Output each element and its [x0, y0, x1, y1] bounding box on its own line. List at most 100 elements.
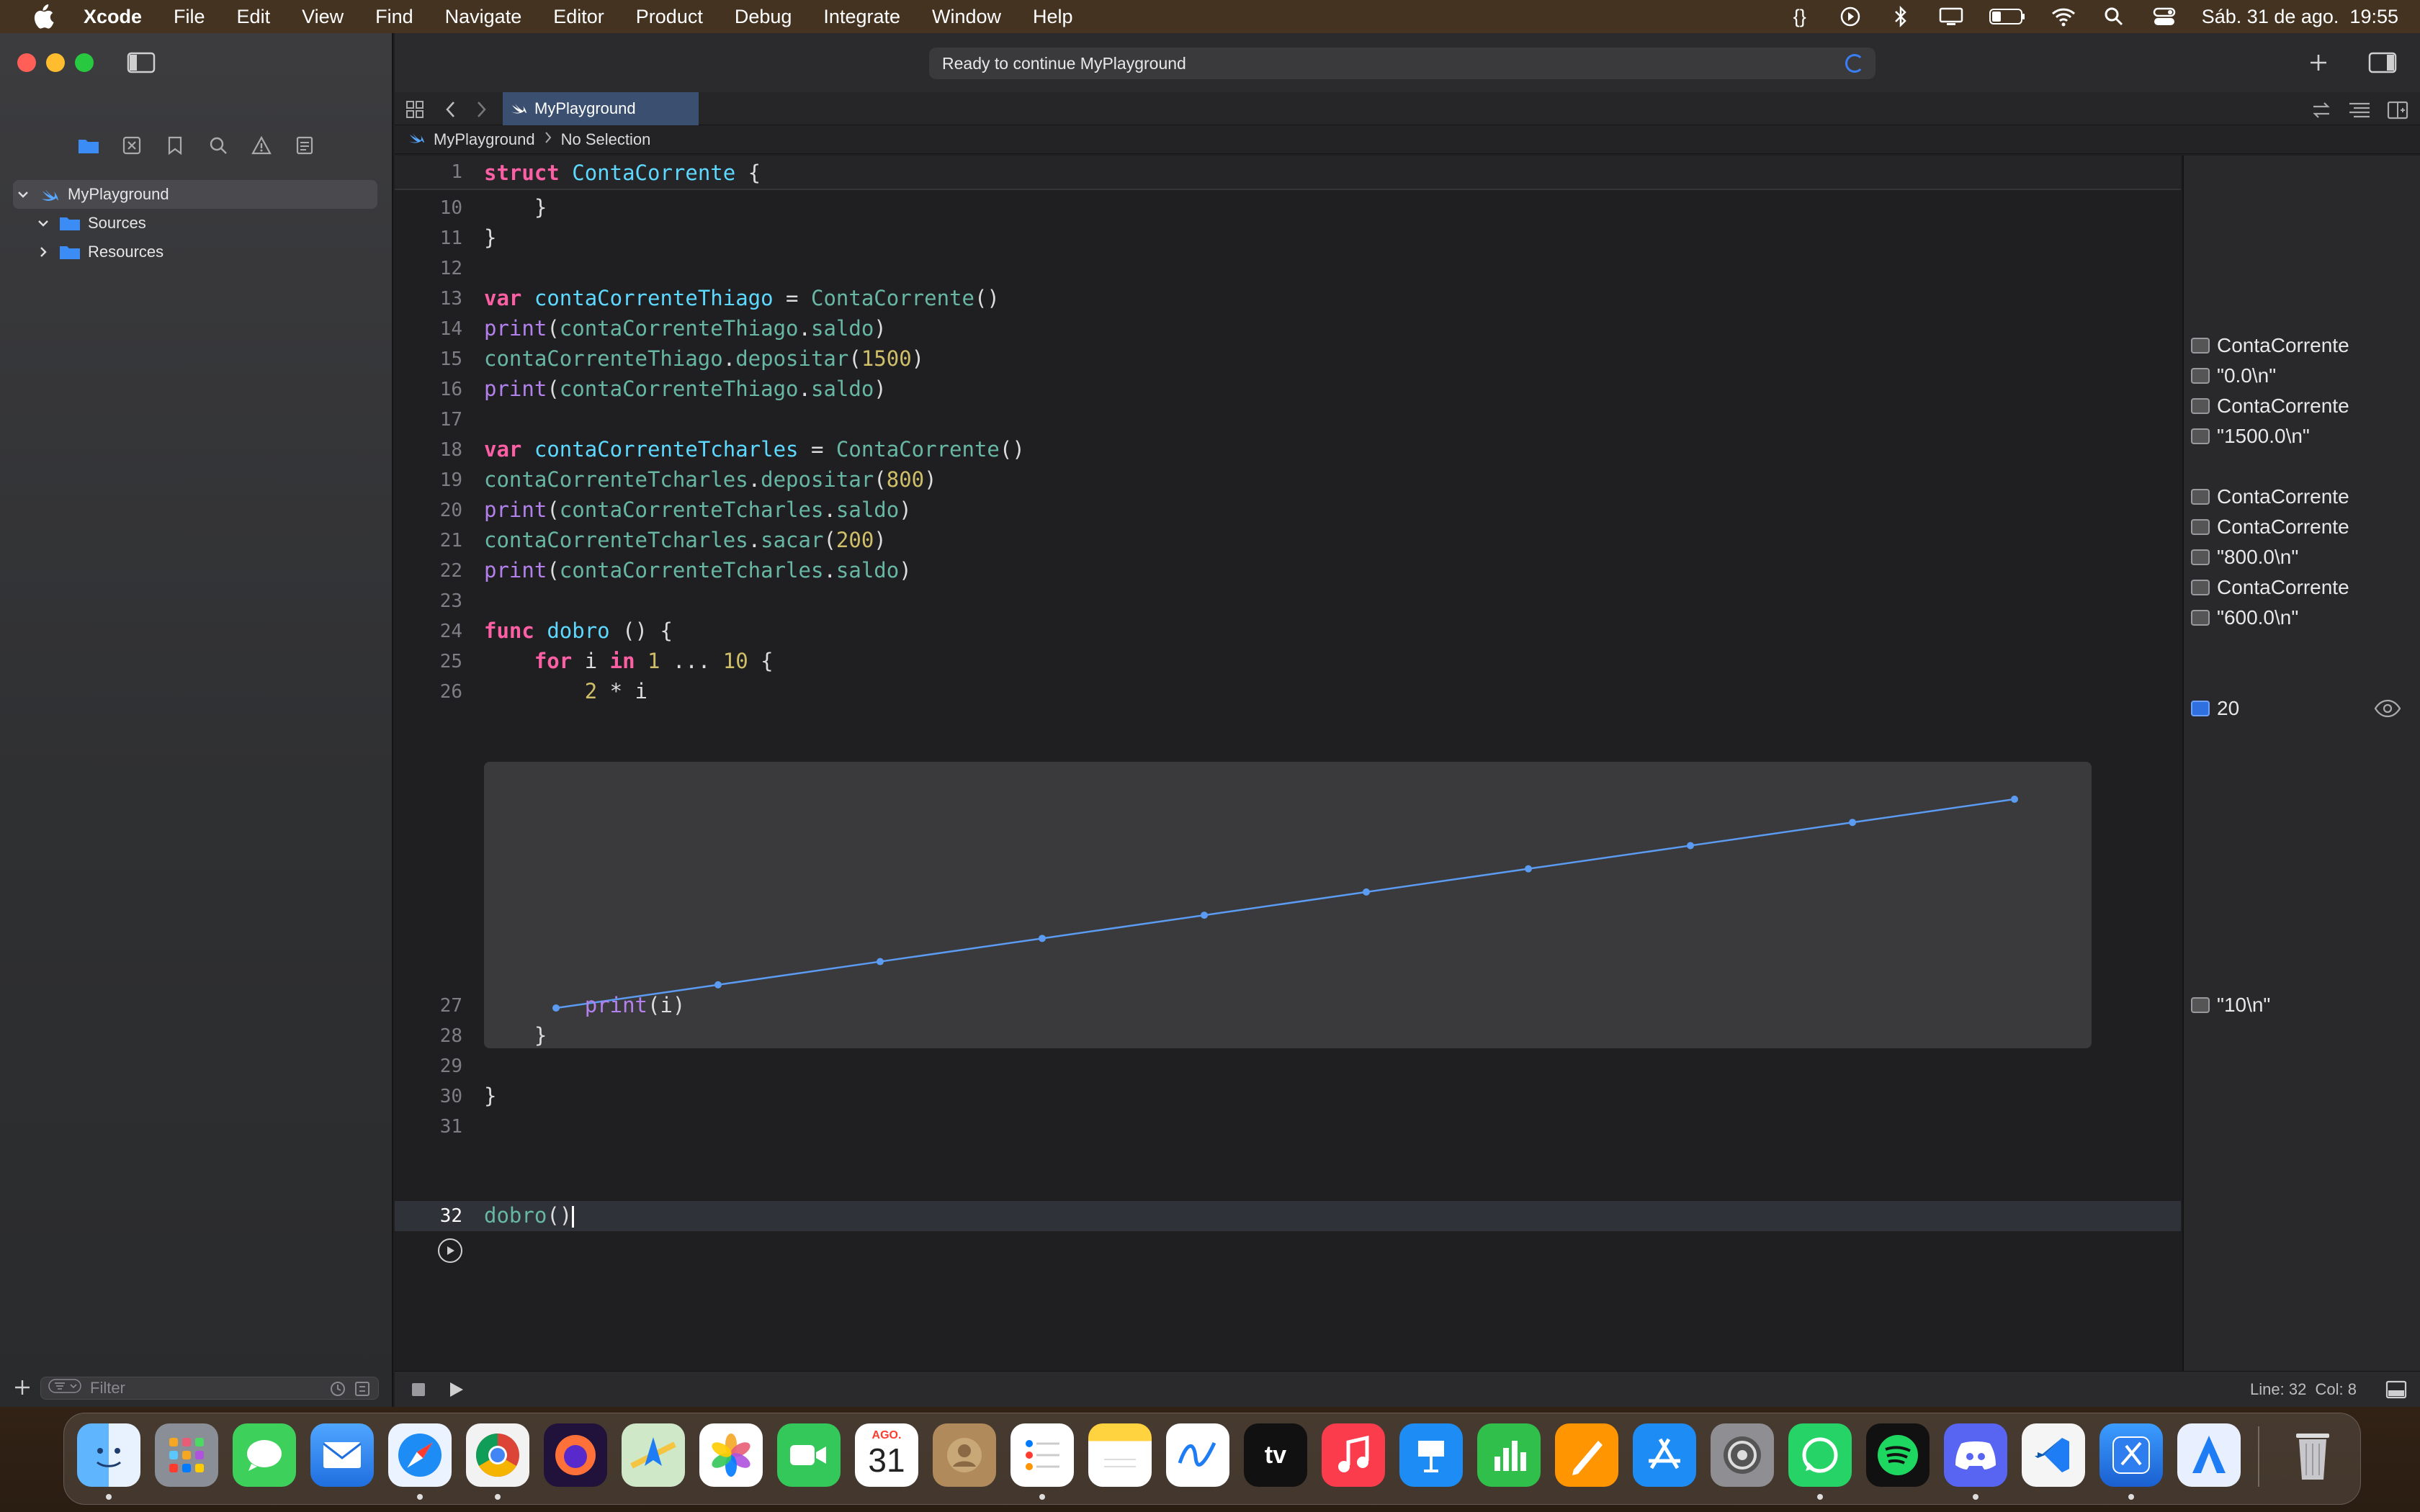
result-item-graph[interactable]: 20 — [2191, 694, 2414, 723]
mail-icon[interactable] — [310, 1423, 374, 1487]
quick-look-icon[interactable] — [2191, 610, 2210, 626]
contacts-icon[interactable] — [933, 1423, 996, 1487]
code-editor[interactable]: 1 struct ContaCorrente { 10 } 11} 12 13 v… — [395, 156, 2181, 1371]
run-playground-button[interactable] — [438, 1238, 462, 1263]
bluetooth-icon[interactable] — [1888, 4, 1914, 30]
zoom-window-button[interactable] — [75, 53, 94, 72]
console-toggle-icon[interactable] — [2385, 1380, 2407, 1403]
close-window-button[interactable] — [17, 53, 36, 72]
system-settings-icon[interactable] — [1711, 1423, 1774, 1487]
menu-edit[interactable]: Edit — [237, 6, 271, 28]
result-item[interactable]: "800.0\n" — [2191, 543, 2298, 572]
filter-options-icon[interactable] — [48, 1378, 81, 1398]
spotlight-search-icon[interactable] — [2101, 4, 2127, 30]
music-icon[interactable] — [1322, 1423, 1385, 1487]
quick-look-icon[interactable] — [2191, 549, 2210, 565]
menu-view[interactable]: View — [302, 6, 344, 28]
menu-editor[interactable]: Editor — [553, 6, 604, 28]
data-point[interactable] — [1039, 935, 1046, 942]
issue-warning-icon[interactable] — [250, 134, 273, 157]
instruments-icon[interactable] — [2177, 1423, 2241, 1487]
data-point[interactable] — [1687, 842, 1694, 850]
data-point[interactable] — [1201, 912, 1208, 919]
bookmark-icon[interactable] — [163, 134, 187, 157]
battery-icon[interactable] — [1989, 4, 2026, 30]
grid-icon[interactable] — [405, 99, 425, 123]
menu-integrate[interactable]: Integrate — [823, 6, 900, 28]
chevron-down-icon[interactable] — [13, 184, 33, 204]
eye-icon[interactable] — [2374, 698, 2401, 719]
menu-product[interactable]: Product — [636, 6, 703, 28]
braces-icon[interactable]: {} — [1787, 4, 1813, 30]
control-center-icon[interactable] — [2151, 4, 2177, 30]
data-point[interactable] — [714, 981, 722, 989]
quick-look-icon[interactable] — [2191, 398, 2210, 414]
numbers-icon[interactable] — [1477, 1423, 1541, 1487]
trash-icon[interactable] — [2281, 1423, 2344, 1487]
result-item[interactable]: ContaCorrente — [2191, 513, 2349, 541]
result-item[interactable]: ContaCorrente — [2191, 573, 2349, 602]
apple-tv-icon[interactable]: tv — [1244, 1423, 1307, 1487]
menu-file[interactable]: File — [174, 6, 205, 28]
spotify-icon[interactable] — [1866, 1423, 1930, 1487]
add-library-icon[interactable] — [2308, 52, 2329, 77]
photos-icon[interactable] — [699, 1423, 763, 1487]
wifi-icon[interactable] — [2051, 4, 2076, 30]
tree-item-resources[interactable]: Resources — [13, 238, 377, 266]
result-item[interactable]: ContaCorrente — [2191, 331, 2349, 360]
filter-input[interactable]: Filter — [40, 1377, 379, 1400]
quick-look-icon[interactable] — [2191, 428, 2210, 444]
chrome-icon[interactable] — [466, 1423, 529, 1487]
show-result-icon[interactable] — [2191, 701, 2210, 716]
result-item[interactable]: "0.0\n" — [2191, 361, 2276, 390]
whatsapp-icon[interactable] — [1788, 1423, 1852, 1487]
result-item[interactable]: ContaCorrente — [2191, 482, 2349, 511]
chevron-right-icon[interactable] — [33, 242, 53, 262]
split-editor-icon[interactable] — [2387, 101, 2408, 123]
quick-look-icon[interactable] — [2191, 997, 2210, 1013]
quick-look-icon[interactable] — [2191, 580, 2210, 595]
scm-filter-icon[interactable] — [354, 1380, 371, 1402]
firefox-icon[interactable] — [544, 1423, 607, 1487]
data-point[interactable] — [877, 958, 884, 966]
menu-help[interactable]: Help — [1033, 6, 1073, 28]
finder-icon[interactable] — [77, 1423, 140, 1487]
menu-debug[interactable]: Debug — [735, 6, 792, 28]
breadcrumb-project[interactable]: MyPlayground — [434, 130, 535, 149]
sidebar-toggle-icon[interactable] — [127, 50, 156, 75]
vscode-icon[interactable] — [2022, 1423, 2085, 1487]
folder-icon[interactable] — [77, 134, 100, 157]
keynote-icon[interactable] — [1399, 1423, 1463, 1487]
result-item[interactable]: ContaCorrente — [2191, 392, 2349, 420]
stop-icon[interactable] — [411, 1382, 426, 1401]
menu-app-name[interactable]: Xcode — [84, 6, 142, 28]
menubar-clock[interactable]: Sáb. 31 de ago. 19:55 — [2202, 6, 2398, 28]
result-item[interactable]: "10\n" — [2191, 991, 2270, 1020]
back-arrow-icon[interactable] — [444, 99, 458, 123]
source-control-icon[interactable] — [120, 134, 143, 157]
notes-icon[interactable] — [1088, 1423, 1152, 1487]
pages-icon[interactable] — [1555, 1423, 1618, 1487]
quick-look-icon[interactable] — [2191, 368, 2210, 384]
recent-files-icon[interactable] — [329, 1380, 346, 1402]
menu-window[interactable]: Window — [932, 6, 1001, 28]
launchpad-icon[interactable] — [155, 1423, 218, 1487]
inspector-toggle-icon[interactable] — [2368, 50, 2397, 78]
facetime-icon[interactable] — [777, 1423, 841, 1487]
menu-navigate[interactable]: Navigate — [445, 6, 522, 28]
maps-icon[interactable] — [622, 1423, 685, 1487]
tree-item-sources[interactable]: Sources — [13, 209, 377, 238]
forward-arrow-icon[interactable] — [474, 99, 488, 123]
tree-item-myplayground[interactable]: MyPlayground — [13, 180, 377, 209]
messages-icon[interactable] — [233, 1423, 296, 1487]
result-item[interactable]: "600.0\n" — [2191, 603, 2298, 632]
reminders-icon[interactable] — [1010, 1423, 1074, 1487]
data-point[interactable] — [2011, 796, 2018, 803]
play-circle-icon[interactable] — [1837, 4, 1863, 30]
calendar-icon[interactable]: AGO. 31 — [855, 1423, 918, 1487]
menu-find[interactable]: Find — [375, 6, 413, 28]
add-icon[interactable] — [13, 1378, 32, 1400]
play-icon[interactable] — [447, 1380, 465, 1403]
data-point[interactable] — [1525, 865, 1532, 873]
editor-options-icon[interactable] — [2348, 101, 2371, 123]
